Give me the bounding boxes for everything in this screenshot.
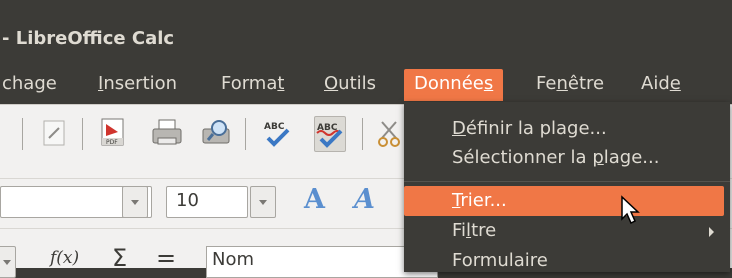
window-title: - LibreOffice Calc xyxy=(2,28,175,49)
menu-bar: chage Insertion Format Outils Données Fe… xyxy=(0,62,732,104)
font-grow-icon[interactable]: A xyxy=(304,184,325,215)
title-bar: - LibreOffice Calc xyxy=(0,0,732,62)
menu-aide[interactable]: Aide xyxy=(641,69,681,101)
cut-icon xyxy=(378,121,400,147)
print-icon xyxy=(152,119,182,145)
menu-item-filtre[interactable]: Filtre xyxy=(452,220,496,241)
toolbar-separator xyxy=(245,118,246,150)
menu-item-definir-plage[interactable]: Définir la plage... xyxy=(452,118,607,139)
sum-button[interactable]: Σ xyxy=(112,244,127,272)
menu-fenetre[interactable]: Fenêtre xyxy=(536,69,604,101)
edit-file-button[interactable] xyxy=(40,116,70,150)
spellcheck-button[interactable]: ABC xyxy=(262,116,292,150)
edit-file-icon xyxy=(43,120,65,146)
font-size-dropdown[interactable] xyxy=(250,186,276,218)
toolbar-separator xyxy=(362,118,363,150)
menu-item-formulaire[interactable]: Formulaire xyxy=(452,250,548,271)
svg-text:PDF: PDF xyxy=(106,139,118,146)
font-size-value: 10 xyxy=(176,190,199,211)
auto-spellcheck-button[interactable]: ABC xyxy=(314,116,346,152)
donnees-menu: Définir la plage... Sélectionner la plag… xyxy=(404,102,730,272)
menu-format[interactable]: Format xyxy=(221,69,284,101)
function-button[interactable]: = xyxy=(156,244,176,272)
export-pdf-button[interactable]: PDF xyxy=(98,116,128,150)
menu-affichage[interactable]: chage xyxy=(2,69,57,101)
menu-item-selectionner-plage[interactable]: Sélectionner la plage... xyxy=(452,147,659,168)
mouse-cursor-icon xyxy=(621,195,640,225)
font-name-dropdown[interactable] xyxy=(122,186,148,218)
menu-item-trier[interactable]: Trier... xyxy=(452,190,507,211)
cut-button[interactable] xyxy=(376,116,402,150)
function-wizard-button[interactable]: f(x) xyxy=(50,248,79,268)
svg-text:ABC: ABC xyxy=(264,122,285,132)
font-italic-icon[interactable]: A xyxy=(354,184,375,215)
print-preview-icon xyxy=(202,120,230,144)
print-button[interactable] xyxy=(150,116,182,150)
toolbar-separator xyxy=(22,118,23,150)
submenu-arrow-icon xyxy=(709,227,714,237)
name-box-dropdown[interactable] xyxy=(0,246,16,278)
toolbar-separator xyxy=(82,118,83,150)
menu-donnees[interactable]: Données xyxy=(404,69,504,101)
spellcheck-icon: ABC xyxy=(264,122,290,147)
menu-insertion[interactable]: Insertion xyxy=(98,69,177,101)
auto-spellcheck-icon: ABC xyxy=(316,123,343,148)
menu-separator xyxy=(404,181,730,182)
menu-outils[interactable]: Outils xyxy=(324,69,376,101)
print-preview-button[interactable] xyxy=(200,116,230,150)
export-pdf-icon: PDF xyxy=(101,118,124,146)
